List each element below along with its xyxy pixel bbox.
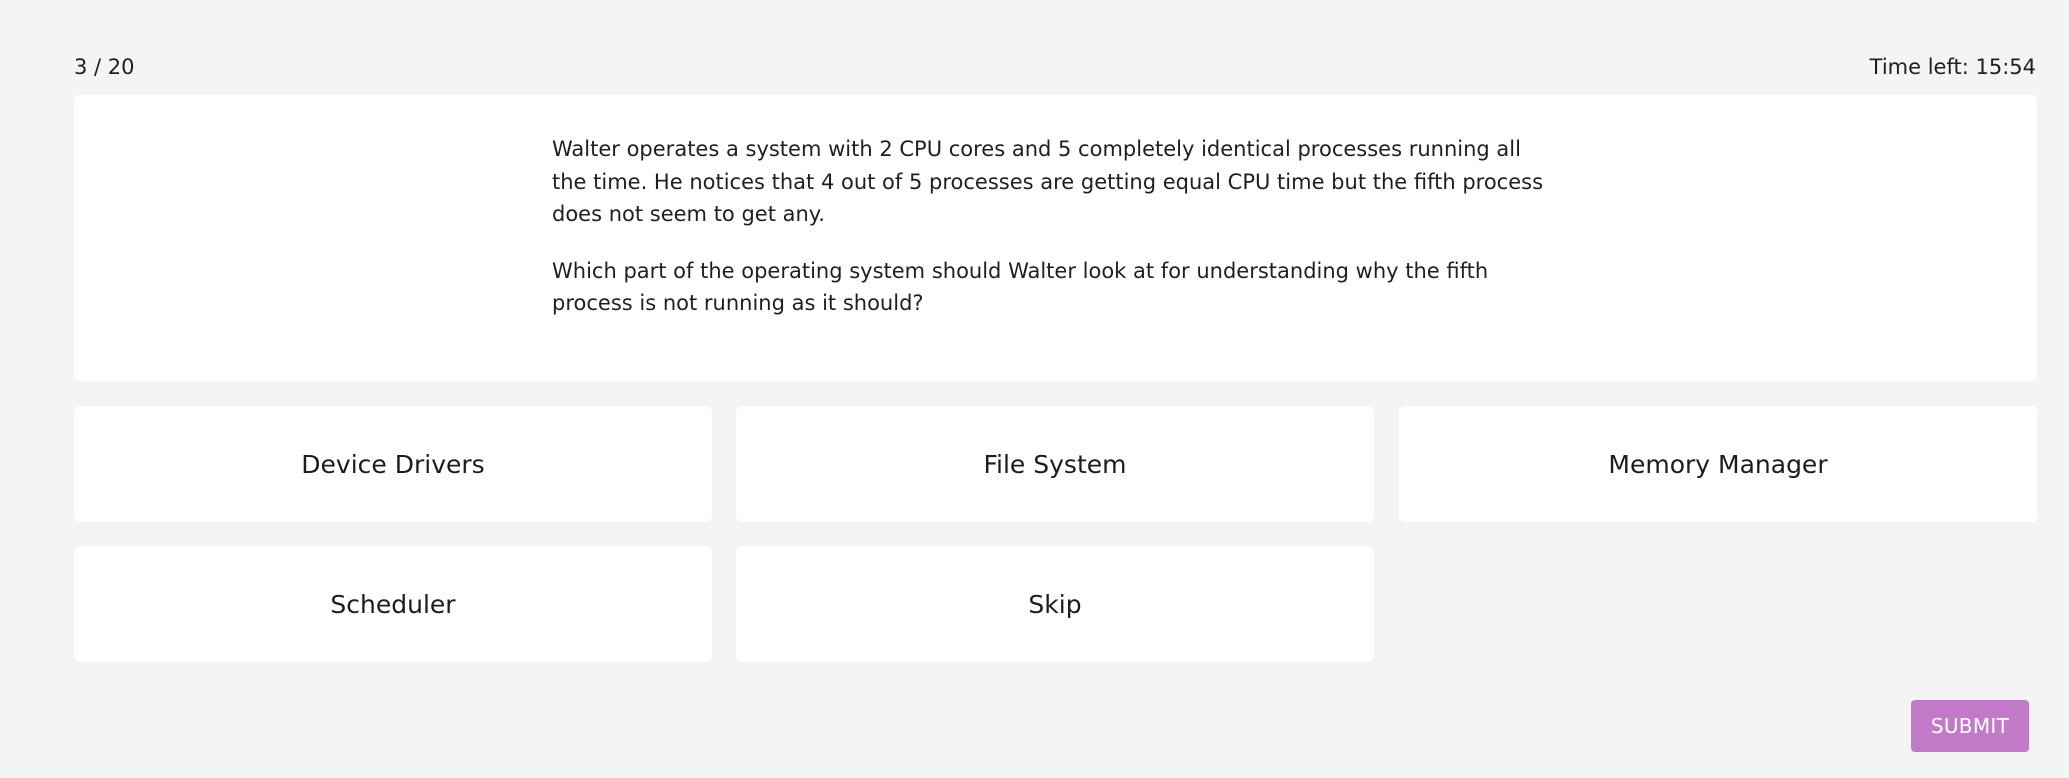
question-counter: 3 / 20 — [74, 55, 135, 79]
option-memory-manager[interactable]: Memory Manager — [1399, 406, 2037, 522]
question-paragraph-1: Walter operates a system with 2 CPU core… — [552, 137, 1544, 226]
question-paragraph-2: Which part of the operating system shoul… — [552, 258, 1489, 316]
top-bar: 3 / 20 Time left: 15:54 — [74, 52, 2036, 82]
question-text: Walter operates a system with 2 CPU core… — [552, 133, 1562, 344]
option-scheduler[interactable]: Scheduler — [74, 546, 712, 662]
option-skip[interactable]: Skip — [736, 546, 1374, 662]
timer: Time left: 15:54 — [1869, 55, 2036, 79]
submit-button[interactable]: SUBMIT — [1911, 700, 2029, 752]
option-file-system[interactable]: File System — [736, 406, 1374, 522]
option-device-drivers[interactable]: Device Drivers — [74, 406, 712, 522]
question-card: Walter operates a system with 2 CPU core… — [74, 95, 2037, 381]
